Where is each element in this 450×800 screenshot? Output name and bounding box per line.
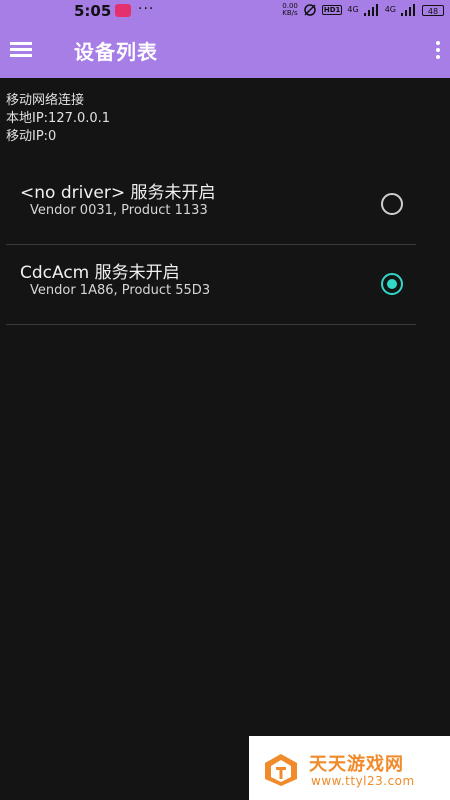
network-speed: 0.00 KB/s: [282, 3, 298, 17]
app-bar: 设备列表: [0, 22, 450, 78]
no-alarm-icon: [304, 4, 316, 16]
device-list-item[interactable]: <no driver> 服务未开启 Vendor 0031, Product 1…: [6, 166, 416, 245]
device-name: CdcAcm 服务未开启: [20, 263, 180, 283]
connection-info: 移动网络连接 本地IP:127.0.0.1 移动IP:0: [6, 92, 110, 146]
signal-icon-1: [363, 4, 380, 16]
more-notifications-indicator: ···: [138, 1, 155, 17]
device-radio-button[interactable]: [381, 193, 403, 215]
hd-badge: HD1: [321, 5, 343, 15]
overflow-menu-icon[interactable]: [435, 41, 441, 59]
watermark-url: www.ttyl23.com: [311, 774, 415, 788]
watermark-title: 天天游戏网: [309, 754, 404, 775]
local-ip-text: 本地IP:127.0.0.1: [6, 111, 111, 126]
device-radio-button-selected[interactable]: [381, 273, 403, 295]
watermark: 天天游戏网 www.ttyl23.com: [249, 736, 450, 800]
device-detail: Vendor 0031, Product 1133: [30, 203, 208, 218]
network-speed-unit: KB/s: [282, 9, 298, 17]
device-list-item[interactable]: CdcAcm 服务未开启 Vendor 1A86, Product 55D3: [6, 246, 416, 325]
brand-logo-icon: [265, 754, 297, 786]
notification-icon: [115, 4, 131, 17]
device-detail: Vendor 1A86, Product 55D3: [30, 283, 211, 298]
network-type-1: 4G: [347, 5, 359, 14]
battery-icon: 48: [422, 4, 444, 16]
signal-icon-2: [401, 4, 417, 16]
network-type-2: 4G: [384, 5, 396, 14]
page-title: 设备列表: [74, 40, 158, 64]
hamburger-menu-icon[interactable]: [10, 42, 32, 58]
status-time: 5:05: [74, 2, 112, 20]
mobile-ip-text: 移动IP:0: [6, 129, 57, 144]
status-bar: 5:05 ··· 0.00 KB/s HD1 4G 4G 48: [0, 0, 450, 22]
device-name: <no driver> 服务未开启: [20, 183, 216, 203]
status-indicators: 0.00 KB/s HD1 4G 4G 48: [282, 3, 444, 17]
connection-type-text: 移动网络连接: [6, 93, 85, 108]
radio-selected-dot: [387, 279, 397, 289]
